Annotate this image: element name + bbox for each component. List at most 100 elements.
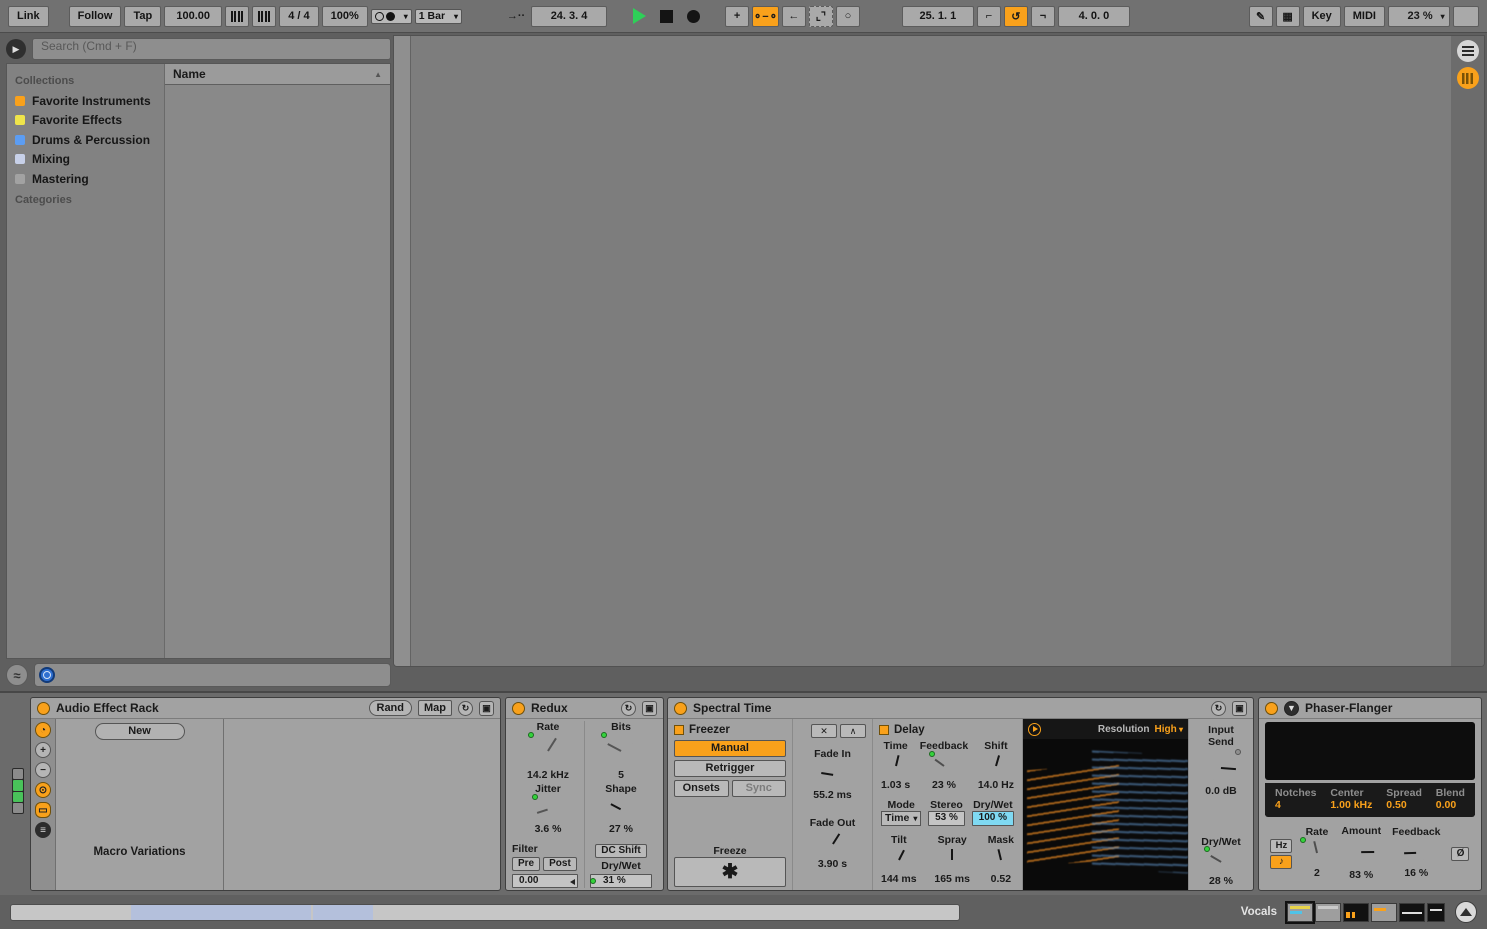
- filter-freq-field[interactable]: 0.00: [512, 874, 578, 888]
- rate-sync-button[interactable]: ♪: [1270, 854, 1293, 869]
- mixer-show-button[interactable]: [1456, 67, 1479, 89]
- center-value[interactable]: 1.00 kHz: [1330, 799, 1372, 811]
- punch-in-button[interactable]: ⌐: [976, 5, 1001, 27]
- time-knob[interactable]: [883, 753, 908, 778]
- bits-value[interactable]: 5: [618, 769, 624, 781]
- sidebar-item-collection[interactable]: Mastering: [7, 169, 164, 189]
- crossfade-x-button[interactable]: ✕: [811, 724, 837, 738]
- rack-map-button[interactable]: Map: [418, 700, 452, 716]
- variation-camera-toggle[interactable]: ⊙: [35, 782, 51, 798]
- groove-pool-button[interactable]: ≈: [6, 664, 28, 686]
- fade-out-knob[interactable]: [819, 830, 846, 857]
- notches-value[interactable]: 4: [1275, 799, 1316, 811]
- tilt-knob[interactable]: [886, 847, 911, 872]
- punch-out-button[interactable]: ¬: [1030, 5, 1055, 27]
- browser-collapse-button[interactable]: ▶: [6, 39, 26, 59]
- key-map-button[interactable]: Key: [1302, 5, 1341, 27]
- follow-button[interactable]: Follow: [68, 5, 122, 27]
- tap-tempo-button[interactable]: Tap: [124, 5, 162, 27]
- stereo-field[interactable]: 53 %: [928, 811, 965, 826]
- save-preset-icon[interactable]: ▣: [479, 700, 494, 716]
- fade-in-knob[interactable]: [819, 761, 846, 788]
- horizontal-scrollbar[interactable]: [10, 903, 960, 921]
- freeze-button[interactable]: ✱: [674, 857, 786, 887]
- freezer-checkbox[interactable]: [674, 725, 684, 735]
- spray-value[interactable]: 165 ms: [934, 873, 970, 885]
- mode-dropdown[interactable]: Time: [881, 811, 922, 826]
- shape-knob[interactable]: [608, 796, 634, 822]
- loop-button[interactable]: ↺: [1003, 5, 1028, 27]
- loop-length-field[interactable]: 4. 0. 0: [1057, 5, 1130, 27]
- play-button[interactable]: [627, 6, 651, 27]
- crossfade-peak-button[interactable]: ∧: [840, 724, 866, 738]
- sidebar-item-collection[interactable]: Mixing: [7, 150, 164, 170]
- blend-value[interactable]: 0.00: [1436, 799, 1465, 811]
- computer-midi-keyboard-button[interactable]: ▦: [1275, 5, 1300, 27]
- input-send-value[interactable]: 0.0 dB: [1205, 785, 1237, 797]
- filter-post-button[interactable]: Post: [543, 857, 577, 871]
- hot-swap-icon[interactable]: ↻: [1211, 700, 1226, 716]
- jitter-value[interactable]: 3.6 %: [535, 823, 562, 835]
- show-hide-device-view-button[interactable]: [1455, 901, 1477, 923]
- dry-wet-field[interactable]: 31 %: [590, 874, 652, 888]
- device-on-button[interactable]: [1265, 701, 1278, 715]
- arrangement-position-field[interactable]: 24. 3. 4: [531, 5, 608, 27]
- midi-overdub-button[interactable]: ⚬−⚬: [752, 5, 779, 27]
- delay-checkbox[interactable]: [879, 725, 889, 735]
- hot-swap-icon[interactable]: ↻: [621, 700, 636, 716]
- link-button[interactable]: Link: [8, 5, 49, 27]
- shape-value[interactable]: 27 %: [609, 823, 633, 835]
- new-button[interactable]: +: [725, 5, 750, 27]
- rack-rand-button[interactable]: Rand: [368, 700, 412, 716]
- record-button[interactable]: [681, 6, 705, 27]
- resolution-dropdown[interactable]: High: [1155, 724, 1183, 735]
- shift-knob[interactable]: [983, 753, 1008, 778]
- device-thumbnail-redux[interactable]: [1315, 902, 1341, 922]
- overview-button[interactable]: [1456, 40, 1479, 62]
- hot-swap-icon[interactable]: ↻: [458, 700, 473, 716]
- nudge-down-button[interactable]: [225, 5, 250, 27]
- add-chain-button[interactable]: +: [35, 742, 51, 758]
- save-preset-icon[interactable]: ▣: [642, 700, 657, 716]
- device-on-button[interactable]: [37, 701, 50, 715]
- device-thumbnail-eq[interactable]: [1399, 902, 1425, 922]
- stop-button[interactable]: [654, 6, 678, 27]
- nudge-up-button[interactable]: [252, 5, 277, 27]
- spray-knob[interactable]: [940, 847, 965, 872]
- sidebar-item-collection[interactable]: Favorite Effects: [7, 111, 164, 131]
- cpu-meter[interactable]: 23 % ▾: [1388, 5, 1450, 27]
- rate-knob[interactable]: [1300, 837, 1330, 866]
- save-preset-icon[interactable]: ▣: [1232, 700, 1247, 716]
- dc-shift-button[interactable]: DC Shift: [595, 844, 647, 858]
- freezer-manual-button[interactable]: Manual: [674, 740, 786, 757]
- rate-hz-button[interactable]: Hz: [1270, 838, 1293, 853]
- rate-value[interactable]: 14.2 kHz: [527, 769, 569, 781]
- chain-list-toggle[interactable]: ≡: [35, 822, 51, 838]
- fade-out-value[interactable]: 3.90 s: [818, 858, 847, 870]
- mask-knob[interactable]: [988, 847, 1013, 872]
- amount-knob[interactable]: [1346, 838, 1376, 868]
- sidebar-item-collection[interactable]: Favorite Instruments: [7, 91, 164, 111]
- bits-knob[interactable]: [601, 732, 638, 768]
- phase-invert-button[interactable]: Ø: [1451, 846, 1470, 861]
- browser-name-header[interactable]: Name ▲: [165, 64, 390, 85]
- device-on-button[interactable]: [512, 701, 525, 715]
- freezer-retrigger-button[interactable]: Retrigger: [674, 760, 786, 777]
- back-to-arrangement-button[interactable]: ←: [781, 5, 806, 27]
- device-thumbnail-spectral[interactable]: [1343, 902, 1369, 922]
- remove-chain-button[interactable]: −: [35, 762, 51, 778]
- amount-value[interactable]: 83 %: [1349, 869, 1373, 881]
- tempo-field[interactable]: 100.00: [164, 5, 223, 27]
- help-globe-icon[interactable]: [39, 667, 55, 683]
- feedback-knob[interactable]: [1403, 839, 1430, 866]
- feedback-knob[interactable]: [928, 751, 957, 778]
- metronome-button[interactable]: [370, 8, 412, 24]
- search-input[interactable]: Search (Cmd + F): [32, 38, 391, 60]
- feedback-value[interactable]: 23 %: [932, 779, 956, 791]
- device-thumbnail-phaser[interactable]: [1427, 902, 1445, 922]
- device-chain-overview[interactable]: [1285, 900, 1445, 924]
- device-thumbnail-delay[interactable]: [1371, 902, 1397, 922]
- follow-playback-icon[interactable]: →··: [504, 6, 528, 27]
- jitter-knob[interactable]: [531, 794, 561, 822]
- spectrogram-play-icon[interactable]: [1028, 722, 1041, 736]
